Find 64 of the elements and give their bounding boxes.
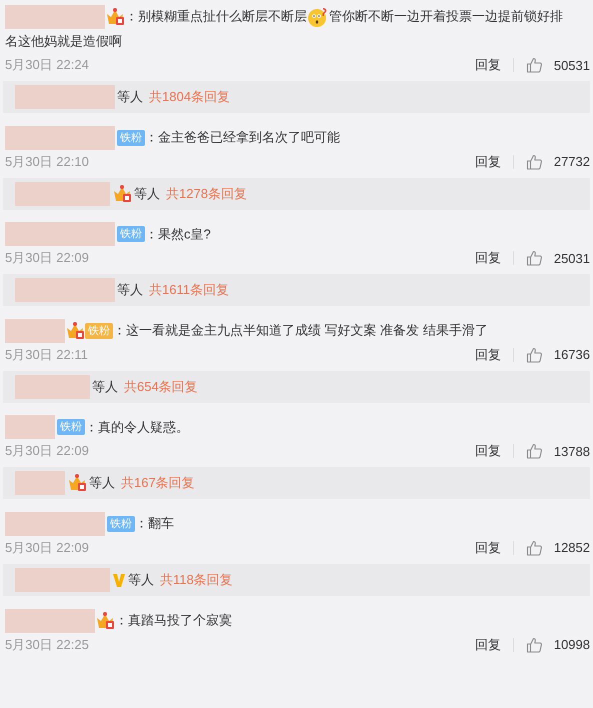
thread-users-label: 等人 xyxy=(128,570,154,589)
like-count: 50531 xyxy=(554,58,590,73)
thumbs-up-icon[interactable] xyxy=(526,346,542,363)
comment-text: ：真踏马投了个寂寞 xyxy=(115,612,232,628)
blurred-username-drawing xyxy=(15,471,65,496)
comment-time: 5月30日 22:24 xyxy=(5,56,90,74)
like-count: 27732 xyxy=(554,154,590,170)
thumbs-up-icon[interactable] xyxy=(526,154,542,170)
comment-text: 管你断不断一边开着投票一边提前锁好排 xyxy=(329,8,563,24)
like-count: 16736 xyxy=(554,347,590,362)
reply-thread-bar[interactable]: 等人 共118条回复 xyxy=(3,564,590,596)
comment-time: 5月30日 22:09 xyxy=(5,249,90,268)
comment-text: ：翻车 xyxy=(135,516,174,531)
thumbs-up-icon[interactable] xyxy=(526,636,542,652)
thread-users-label: 等人 xyxy=(117,281,143,300)
comment-time: 5月30日 22:09 xyxy=(5,442,90,460)
reply-link[interactable]: 回复 xyxy=(474,152,501,171)
comment-time: 5月30日 22:09 xyxy=(5,538,90,557)
reply-link[interactable]: 回复 xyxy=(474,538,501,557)
like-count: 25031 xyxy=(554,250,590,266)
reply-link[interactable]: 回复 xyxy=(474,249,501,268)
reply-thread-bar[interactable]: 等人 共1611条回复 xyxy=(3,274,590,306)
reply-link[interactable]: 回复 xyxy=(474,636,501,654)
fan-badge: 铁粉 xyxy=(57,419,85,436)
reply-link[interactable]: 回复 xyxy=(474,442,501,460)
crown-badge-icon xyxy=(67,474,87,492)
fan-badge: 铁粉 xyxy=(107,516,135,532)
reply-link[interactable]: 回复 xyxy=(474,56,501,74)
comment-text: ：这一看就是金主九点半知道了成绩 写好文案 准备发 结果手滑了 xyxy=(113,322,488,338)
thumbs-up-icon[interactable] xyxy=(526,443,542,460)
thumbs-up-icon[interactable] xyxy=(526,250,542,266)
thread-users-label: 等人 xyxy=(117,88,143,106)
crown-badge-icon xyxy=(65,322,85,340)
crown-badge-icon xyxy=(95,612,115,630)
reply-link[interactable]: 回复 xyxy=(474,346,501,364)
crown-badge-icon xyxy=(112,184,132,203)
like-count: 10998 xyxy=(554,637,590,652)
blurred-username-drawing xyxy=(5,415,55,440)
thread-users-label: 等人 xyxy=(134,184,160,203)
thumbs-up-icon[interactable] xyxy=(526,540,542,556)
comment-text: ：别模糊重点扯什么断层不断层 xyxy=(125,8,307,24)
vip-badge-icon xyxy=(112,572,126,588)
fan-badge: 铁粉 xyxy=(117,226,145,242)
comment-time: 5月30日 22:11 xyxy=(5,346,89,364)
thread-users-label: 等人 xyxy=(89,474,115,492)
thumbs-up-icon[interactable] xyxy=(526,57,542,74)
comment-time: 5月30日 22:25 xyxy=(5,636,90,654)
reply-thread-bar[interactable]: 等人 共654条回复 xyxy=(3,370,590,403)
reply-thread-bar[interactable]: 等人 共1278条回复 xyxy=(3,178,590,210)
fan-badge: 铁粉 xyxy=(117,130,145,146)
like-count: 13788 xyxy=(554,444,590,459)
comment-text: ：金主爸爸已经拿到名次了吧可能 xyxy=(145,130,340,145)
like-count: 12852 xyxy=(554,540,590,556)
reply-thread-bar[interactable]: 等人 共1804条回复 xyxy=(3,81,590,114)
fan-badge: 铁粉 xyxy=(85,322,113,339)
reply-thread-bar[interactable]: 等人 共167条回复 xyxy=(3,467,590,500)
comment-time: 5月30日 22:10 xyxy=(5,152,90,171)
blurred-username-drawing xyxy=(5,318,65,343)
comment-text: ：真的令人疑惑。 xyxy=(85,419,189,434)
thread-users-label: 等人 xyxy=(92,378,118,396)
comment-text: 名这他妈就是造假啊 xyxy=(5,33,122,48)
emoji-icon xyxy=(307,6,329,28)
comment-text: ：果然c皇? xyxy=(145,226,211,242)
crown-badge-icon xyxy=(105,8,125,26)
